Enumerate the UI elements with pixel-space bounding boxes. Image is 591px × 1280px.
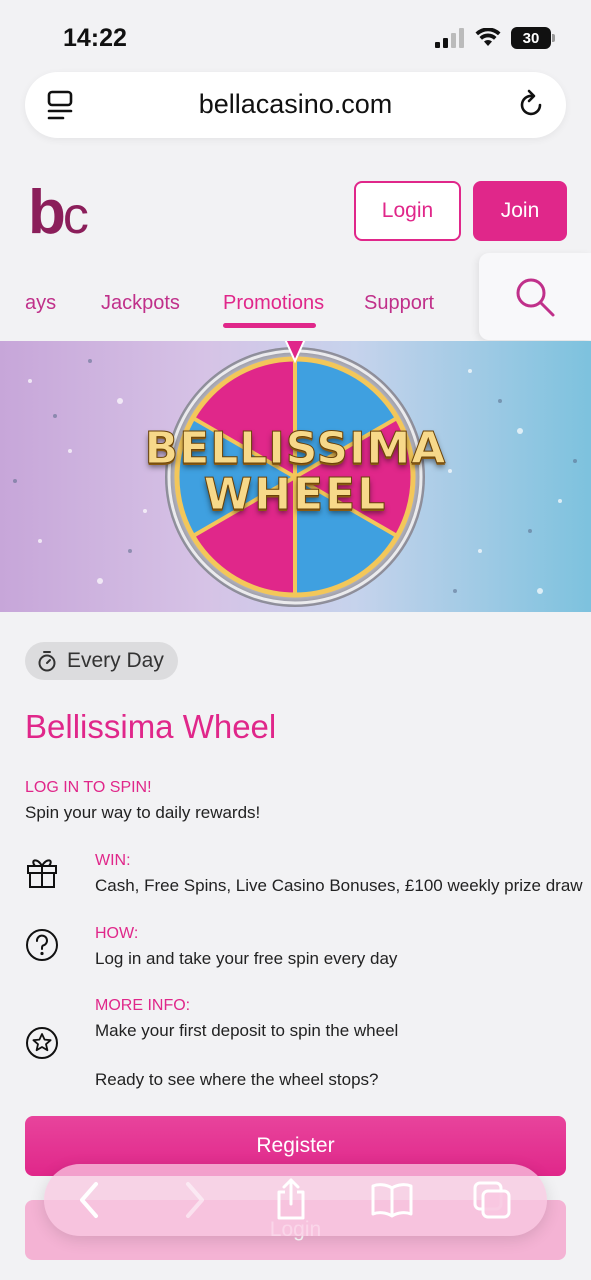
search-icon — [516, 278, 555, 316]
status-bar: 14:22 30 — [0, 0, 591, 72]
bookmarks-icon[interactable] — [370, 1182, 414, 1218]
promo-banner: BELLISSIMA WHEEL — [0, 341, 591, 612]
logo-letter-c: c — [62, 187, 89, 245]
nav-item-jackpots[interactable]: Jackpots — [101, 292, 180, 315]
how-text: Log in and take your free spin every day — [95, 949, 398, 968]
nav-item-ays[interactable]: ays — [25, 292, 56, 315]
signal-icon — [435, 28, 464, 48]
promo-title: Bellissima Wheel — [25, 708, 277, 745]
gift-icon — [27, 859, 57, 888]
site-logo[interactable]: bc — [28, 182, 89, 245]
star-icon — [26, 1027, 58, 1059]
cta-label: LOG IN TO SPIN! — [25, 779, 152, 796]
wifi-icon — [475, 28, 501, 46]
main-nav: ays Jackpots Promotions Support — [0, 280, 480, 340]
more-info-label: MORE INFO: — [95, 997, 191, 1014]
reload-icon[interactable] — [518, 88, 546, 120]
status-icons: 30 — [435, 27, 555, 49]
more-info-text: Make your first deposit to spin the whee… — [95, 1021, 399, 1040]
url-text[interactable]: bellacasino.com — [25, 89, 566, 120]
nav-item-promotions[interactable]: Promotions — [223, 292, 324, 315]
question-icon — [26, 929, 58, 961]
frequency-text: Every Day — [67, 649, 164, 672]
stopwatch-icon — [38, 651, 56, 672]
address-bar[interactable]: bellacasino.com — [25, 72, 566, 138]
share-icon[interactable] — [273, 1176, 309, 1222]
status-time: 14:22 — [63, 24, 127, 52]
login-button[interactable]: Login — [354, 181, 461, 241]
site-header: bc Login Join ays Jackpots Promotions Su… — [0, 160, 591, 340]
win-text: Cash, Free Spins, Live Casino Bonuses, £… — [95, 876, 583, 895]
join-button[interactable]: Join — [473, 181, 567, 241]
banner-title-line1: BELLISSIMA — [144, 423, 447, 475]
nav-item-support[interactable]: Support — [364, 292, 434, 315]
cta-text: Spin your way to daily rewards! — [25, 803, 261, 822]
how-label: HOW: — [95, 925, 139, 942]
nav-active-indicator — [223, 323, 316, 328]
forward-icon[interactable] — [180, 1180, 210, 1220]
win-label: WIN: — [95, 852, 131, 869]
frequency-badge: Every Day — [25, 642, 178, 680]
ready-text: Ready to see where the wheel stops? — [95, 1070, 379, 1089]
search-button[interactable] — [479, 253, 591, 340]
banner-title-line2: WHEEL — [203, 469, 388, 521]
logo-letter-b: b — [28, 178, 66, 247]
browser-toolbar — [44, 1164, 547, 1236]
tabs-icon[interactable] — [472, 1180, 512, 1220]
back-icon[interactable] — [74, 1180, 104, 1220]
battery-icon: 30 — [511, 27, 555, 49]
